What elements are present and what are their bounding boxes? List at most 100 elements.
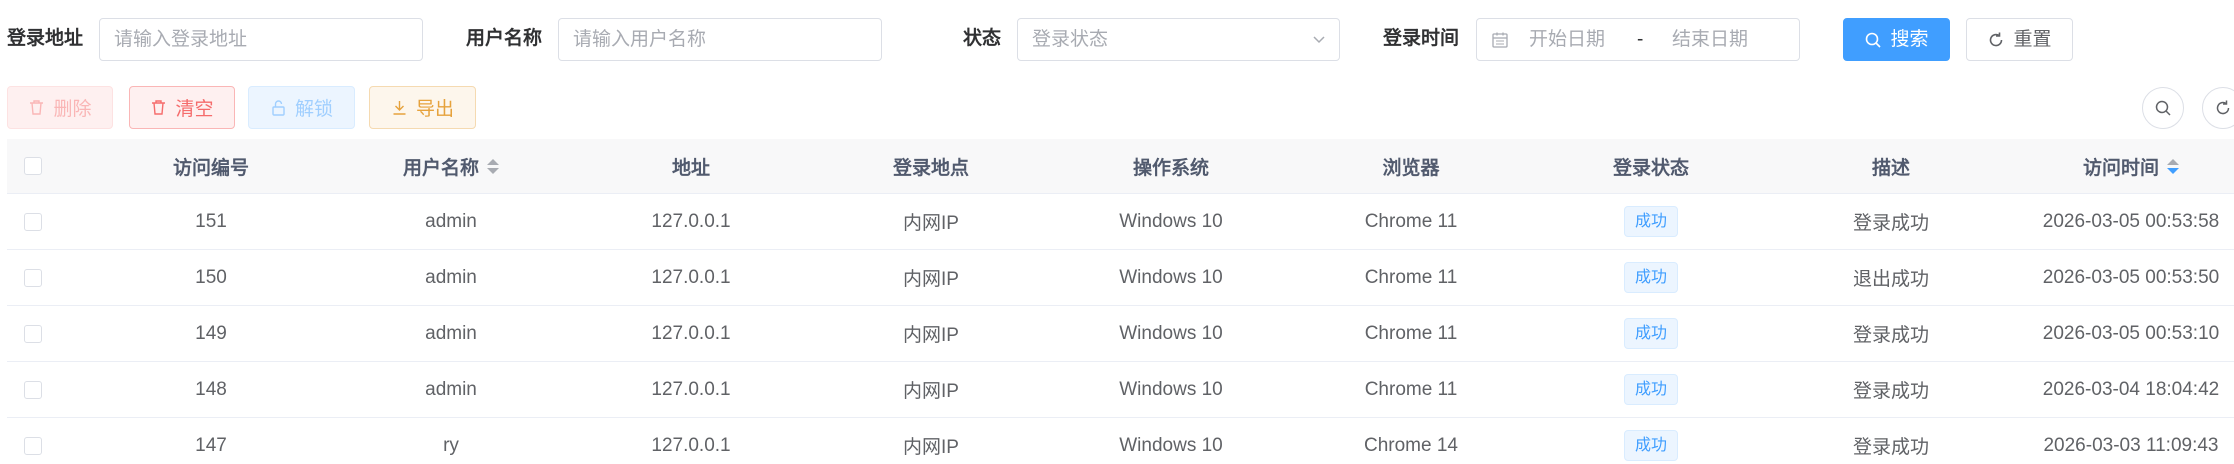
cell-browser-text: Chrome 11 bbox=[1364, 266, 1458, 288]
column-header-address: 地址 bbox=[671, 157, 710, 179]
calendar-icon bbox=[1492, 32, 1508, 48]
login-address-label: 登录地址 bbox=[7, 28, 84, 49]
table-row[interactable]: 150 admin 127.0.0.1 内网IP Windows 10 Chrome 11… bbox=[7, 250, 2234, 306]
status-badge: 成功 bbox=[1623, 318, 1678, 349]
column-header-id: 访问编号 bbox=[172, 157, 249, 179]
cell-location: 内网IP bbox=[811, 194, 1051, 249]
cell-status: 成功 bbox=[1531, 418, 1771, 464]
cell-id: 151 bbox=[91, 194, 331, 249]
unlock-button[interactable]: 解锁 bbox=[248, 86, 355, 129]
cell-os: Windows 10 bbox=[1051, 362, 1291, 417]
column-header-status: 登录状态 bbox=[1612, 157, 1689, 179]
cell-address-text: 127.0.0.1 bbox=[651, 434, 731, 456]
cell-description: 登录成功 bbox=[1771, 306, 2011, 361]
table-row[interactable]: 149 admin 127.0.0.1 内网IP Windows 10 Chrome 11… bbox=[7, 306, 2234, 362]
toggle-search-button[interactable] bbox=[2142, 87, 2184, 129]
cell-os-text: Windows 10 bbox=[1119, 322, 1223, 344]
search-button[interactable]: 搜索 bbox=[1843, 18, 1950, 61]
cell-id: 149 bbox=[91, 306, 331, 361]
cell-status: 成功 bbox=[1531, 250, 1771, 305]
cell-id-text: 149 bbox=[195, 322, 227, 344]
cell-browser: Chrome 14 bbox=[1291, 418, 1531, 464]
status-badge: 成功 bbox=[1623, 430, 1678, 461]
status-badge: 成功 bbox=[1623, 374, 1678, 405]
clear-button[interactable]: 清空 bbox=[129, 86, 235, 129]
range-separator: - bbox=[1637, 29, 1644, 50]
cell-id: 147 bbox=[91, 418, 331, 464]
cell-access-time-text: 2026-03-04 18:04:42 bbox=[2042, 378, 2220, 400]
cell-os: Windows 10 bbox=[1051, 194, 1291, 249]
status-badge: 成功 bbox=[1623, 262, 1678, 293]
cell-description: 登录成功 bbox=[1771, 194, 2011, 249]
cell-username: admin bbox=[331, 362, 571, 417]
cell-description-text: 登录成功 bbox=[1852, 437, 1929, 458]
unlock-button-label: 解锁 bbox=[294, 99, 333, 120]
cell-select bbox=[7, 194, 59, 249]
cell-address-text: 127.0.0.1 bbox=[651, 378, 731, 400]
cell-access-time-text: 2026-03-05 00:53:58 bbox=[2042, 210, 2220, 232]
table-row[interactable]: 147 ry 127.0.0.1 内网IP Windows 10 Chrome 14 成功 登… bbox=[7, 418, 2234, 464]
reset-button[interactable]: 重置 bbox=[1966, 18, 2073, 61]
cell-location-text: 内网IP bbox=[903, 381, 959, 402]
column-header-access-time[interactable]: 访问时间 bbox=[2011, 139, 2234, 193]
username-label: 用户名称 bbox=[466, 28, 543, 49]
cell-location-text: 内网IP bbox=[903, 269, 959, 290]
username-input[interactable]: 请输入用户名称 bbox=[558, 18, 882, 61]
status-select[interactable]: 登录状态 bbox=[1017, 18, 1340, 61]
delete-button[interactable]: 删除 bbox=[7, 86, 113, 129]
cell-address: 127.0.0.1 bbox=[571, 362, 811, 417]
table-header: 访问编号 用户名称 地址 登录地点 操作系统 浏览器 登录状态 描述 访问时间 bbox=[7, 139, 2234, 194]
search-icon bbox=[1866, 32, 1882, 48]
cell-description: 登录成功 bbox=[1771, 418, 2011, 464]
row-checkbox[interactable] bbox=[24, 380, 42, 399]
table-row[interactable]: 151 admin 127.0.0.1 内网IP Windows 10 Chrome 11… bbox=[7, 194, 2234, 250]
cell-os-text: Windows 10 bbox=[1119, 378, 1223, 400]
end-date-input[interactable]: 结束日期 bbox=[1672, 19, 1748, 60]
cell-id-text: 151 bbox=[195, 210, 227, 232]
start-date-input[interactable]: 开始日期 bbox=[1529, 19, 1605, 60]
sort-icon[interactable] bbox=[2167, 158, 2179, 174]
clear-button-label: 清空 bbox=[175, 99, 214, 120]
cell-browser: Chrome 11 bbox=[1291, 362, 1531, 417]
status-label: 状态 bbox=[963, 28, 1002, 49]
status-select-value: 登录状态 bbox=[1032, 29, 1109, 50]
row-checkbox[interactable] bbox=[24, 268, 42, 287]
download-icon bbox=[393, 101, 406, 115]
cell-description-text: 登录成功 bbox=[1852, 325, 1929, 346]
refresh-table-button[interactable] bbox=[2202, 87, 2234, 129]
cell-description-text: 退出成功 bbox=[1852, 269, 1929, 290]
select-all-checkbox[interactable] bbox=[24, 157, 42, 175]
row-checkbox[interactable] bbox=[24, 324, 42, 343]
table-row[interactable]: 148 admin 127.0.0.1 内网IP Windows 10 Chrome 11… bbox=[7, 362, 2234, 418]
row-checkbox[interactable] bbox=[24, 212, 42, 231]
cell-description-text: 登录成功 bbox=[1852, 213, 1929, 234]
refresh-icon bbox=[2216, 100, 2230, 115]
column-header-browser: 浏览器 bbox=[1382, 157, 1440, 179]
cell-status: 成功 bbox=[1531, 194, 1771, 249]
cell-select bbox=[7, 306, 59, 361]
trash-icon bbox=[152, 100, 166, 115]
cell-location: 内网IP bbox=[811, 418, 1051, 464]
cell-location-text: 内网IP bbox=[903, 213, 959, 234]
unlock-icon bbox=[272, 100, 285, 116]
sort-icon[interactable] bbox=[487, 158, 499, 174]
row-checkbox[interactable] bbox=[24, 436, 42, 455]
cell-address-text: 127.0.0.1 bbox=[651, 210, 731, 232]
cell-access-time-text: 2026-03-03 11:09:43 bbox=[2043, 434, 2219, 456]
cell-id-text: 147 bbox=[195, 434, 227, 456]
cell-username: admin bbox=[331, 194, 571, 249]
cell-os: Windows 10 bbox=[1051, 418, 1291, 464]
login-address-input[interactable]: 请输入登录地址 bbox=[99, 18, 423, 61]
cell-address-text: 127.0.0.1 bbox=[651, 266, 731, 288]
login-time-range-picker[interactable]: 开始日期 - 结束日期 bbox=[1476, 18, 1800, 61]
cell-browser-text: Chrome 14 bbox=[1364, 434, 1458, 456]
export-button[interactable]: 导出 bbox=[369, 86, 476, 129]
cell-address: 127.0.0.1 bbox=[571, 306, 811, 361]
column-header-os: 操作系统 bbox=[1132, 157, 1209, 179]
cell-username-text: ry bbox=[443, 434, 459, 456]
cell-description: 登录成功 bbox=[1771, 362, 2011, 417]
cell-username-text: admin bbox=[425, 378, 477, 400]
column-header-username[interactable]: 用户名称 bbox=[331, 139, 571, 193]
cell-select bbox=[7, 362, 59, 417]
cell-os-text: Windows 10 bbox=[1119, 210, 1223, 232]
